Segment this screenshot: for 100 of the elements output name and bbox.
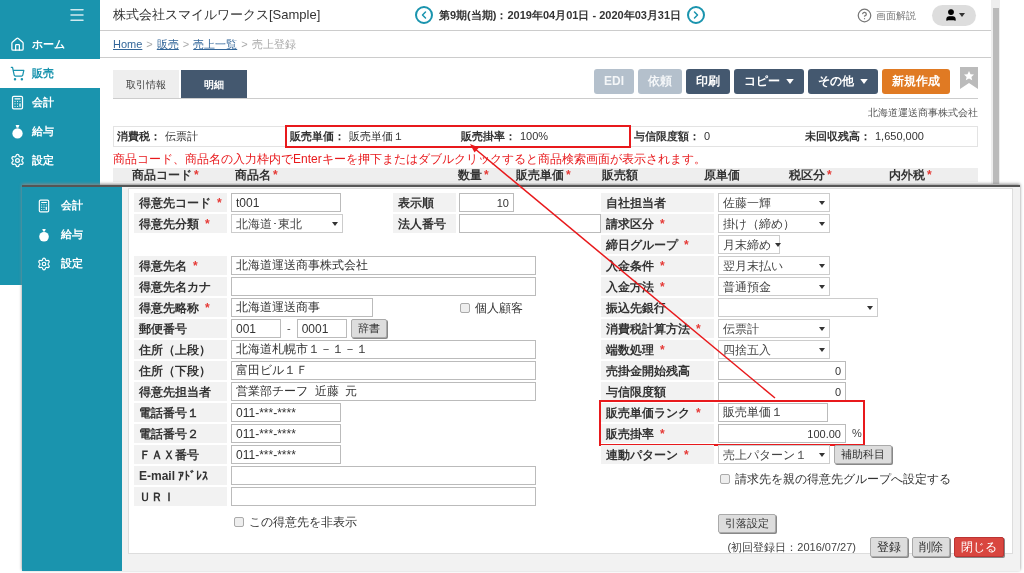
sidebar-item[interactable]: 会計 bbox=[0, 88, 100, 117]
user-menu-button[interactable] bbox=[932, 4, 976, 26]
sidebar-item[interactable]: ホーム bbox=[0, 30, 100, 59]
form-button[interactable]: 登録 bbox=[870, 537, 908, 557]
text-input[interactable]: 0001 bbox=[296, 319, 347, 338]
company-title: 株式会社スマイルワークス[Sample] bbox=[113, 6, 322, 25]
debit-settings-button[interactable]: 引落設定 bbox=[718, 513, 776, 533]
checkbox[interactable] bbox=[720, 474, 730, 484]
field-label: 入金方法 bbox=[606, 278, 654, 296]
form-button[interactable]: 削除 bbox=[912, 537, 950, 557]
sidebar-item[interactable]: 販売 bbox=[0, 59, 100, 88]
dropdown[interactable] bbox=[718, 298, 878, 317]
dropdown[interactable]: 普通預金 bbox=[718, 277, 830, 296]
dropdown[interactable]: 佐藤一輝 bbox=[718, 193, 830, 212]
dropdown[interactable]: 四捨五入 bbox=[718, 340, 830, 359]
caret-icon bbox=[819, 221, 825, 226]
required-mark: * bbox=[827, 168, 832, 182]
dropdown[interactable]: 月末締め bbox=[718, 235, 780, 254]
field-label: 表示順 bbox=[398, 194, 434, 212]
field-label: 得意先担当者 bbox=[139, 383, 211, 401]
dropdown[interactable]: 北海道･東北 bbox=[231, 214, 343, 233]
action-button[interactable]: 印刷 bbox=[686, 68, 730, 94]
column-header: 税区分 bbox=[789, 168, 825, 182]
money-bag-icon bbox=[10, 124, 25, 139]
tab[interactable]: 取引情報 bbox=[113, 70, 179, 98]
field-label: 得意先名 bbox=[139, 257, 187, 275]
action-button[interactable]: コピー bbox=[734, 68, 804, 94]
checkbox-label: 請求先を親の得意先グループへ設定する bbox=[735, 471, 951, 488]
text-input[interactable]: 001 bbox=[231, 319, 281, 338]
required-mark: * bbox=[684, 446, 689, 464]
text-input[interactable]: 011-***-**** bbox=[231, 424, 341, 443]
required-mark: * bbox=[696, 404, 701, 422]
dropdown[interactable]: 掛け（締め） bbox=[718, 214, 830, 233]
summary-item: 与信限度額： 0 bbox=[633, 129, 712, 145]
summary-item: 消費税： 伝票計 bbox=[116, 129, 199, 145]
help-link[interactable]: 画面解説 bbox=[876, 7, 916, 23]
breadcrumb-link[interactable]: 売上一覧 bbox=[193, 35, 238, 53]
number-input[interactable]: 0 bbox=[718, 382, 846, 401]
small-button[interactable]: 補助科目 bbox=[834, 445, 892, 464]
field-label: 締日グループ bbox=[606, 236, 678, 254]
menu-icon[interactable] bbox=[68, 6, 86, 24]
bookmark-icon[interactable] bbox=[960, 67, 978, 89]
field-label: 売掛金開始残高 bbox=[606, 362, 690, 380]
caret-icon bbox=[819, 200, 825, 205]
breadcrumb-link[interactable]: Home bbox=[113, 35, 143, 53]
next-period-button[interactable] bbox=[687, 6, 706, 24]
number-input[interactable]: 100.00 bbox=[718, 424, 846, 443]
text-input[interactable] bbox=[231, 487, 536, 506]
field-label: 連動パターン bbox=[606, 446, 678, 464]
text-input[interactable] bbox=[459, 214, 601, 233]
caret-icon bbox=[819, 326, 825, 331]
field-label: 販売掛率 bbox=[606, 425, 654, 443]
checkbox[interactable] bbox=[234, 517, 244, 527]
sidebar-item[interactable]: 会計 bbox=[22, 191, 122, 220]
breadcrumb-current: 売上登録 bbox=[251, 36, 296, 52]
scrollbar[interactable] bbox=[991, 0, 1000, 184]
required-mark: * bbox=[927, 168, 932, 182]
text-input[interactable]: 北海道運送商事 bbox=[231, 298, 373, 317]
money-bag-icon bbox=[37, 227, 51, 242]
text-input[interactable]: 011-***-**** bbox=[231, 445, 341, 464]
sidebar-item[interactable]: 設定 bbox=[22, 249, 122, 278]
field-label: 法人番号 bbox=[398, 215, 446, 233]
dropdown[interactable]: 売上パターン１ bbox=[718, 445, 830, 464]
field-label: 得意先名カナ bbox=[139, 278, 211, 296]
number-input[interactable]: 0 bbox=[718, 361, 846, 380]
text-input[interactable]: t001 bbox=[231, 193, 341, 212]
breadcrumb-separator: > bbox=[241, 36, 248, 52]
sidebar-item[interactable]: 給与 bbox=[0, 117, 100, 146]
caret-icon bbox=[860, 78, 868, 84]
text-input[interactable]: 販売単価１ bbox=[718, 403, 828, 422]
sidebar-item[interactable]: 給与 bbox=[22, 220, 122, 249]
required-mark: * bbox=[660, 425, 665, 443]
text-input[interactable]: 富田ビル１Ｆ bbox=[231, 361, 536, 380]
text-input[interactable]: 011-***-**** bbox=[231, 403, 341, 422]
help-icon[interactable] bbox=[857, 7, 872, 23]
tab[interactable]: 明細 bbox=[181, 70, 247, 98]
text-input[interactable]: 営業部チーフ 近藤 元 bbox=[231, 382, 536, 401]
column-header: 原単価 bbox=[704, 168, 740, 182]
dropdown[interactable]: 翌月末払い bbox=[718, 256, 830, 275]
text-input[interactable]: 北海道運送商事株式会社 bbox=[231, 256, 536, 275]
text-input[interactable] bbox=[231, 277, 536, 296]
breadcrumb-link[interactable]: 販売 bbox=[156, 35, 179, 53]
dropdown[interactable]: 伝票計 bbox=[718, 319, 830, 338]
field-label: 請求区分 bbox=[606, 215, 654, 233]
sidebar-item[interactable]: 設定 bbox=[0, 146, 100, 175]
user-icon bbox=[943, 8, 958, 22]
caret-icon bbox=[775, 242, 781, 247]
action-button[interactable]: その他 bbox=[808, 68, 878, 94]
previous-period-button[interactable] bbox=[415, 6, 433, 24]
number-input[interactable]: 10 bbox=[459, 193, 514, 212]
field-label: 電話番号１ bbox=[139, 404, 199, 422]
customer-name: 北海道運送商事株式会社 bbox=[868, 106, 978, 120]
small-button[interactable]: 辞書 bbox=[350, 319, 387, 338]
checkbox[interactable] bbox=[460, 302, 470, 313]
required-mark: * bbox=[660, 257, 665, 275]
text-input[interactable] bbox=[231, 466, 536, 485]
required-mark: * bbox=[205, 299, 210, 317]
text-input[interactable]: 北海道札幌市１－１－１ bbox=[231, 340, 536, 359]
field-label: 住所（上段） bbox=[139, 341, 211, 359]
close-button[interactable]: 閉じる bbox=[954, 537, 1004, 557]
